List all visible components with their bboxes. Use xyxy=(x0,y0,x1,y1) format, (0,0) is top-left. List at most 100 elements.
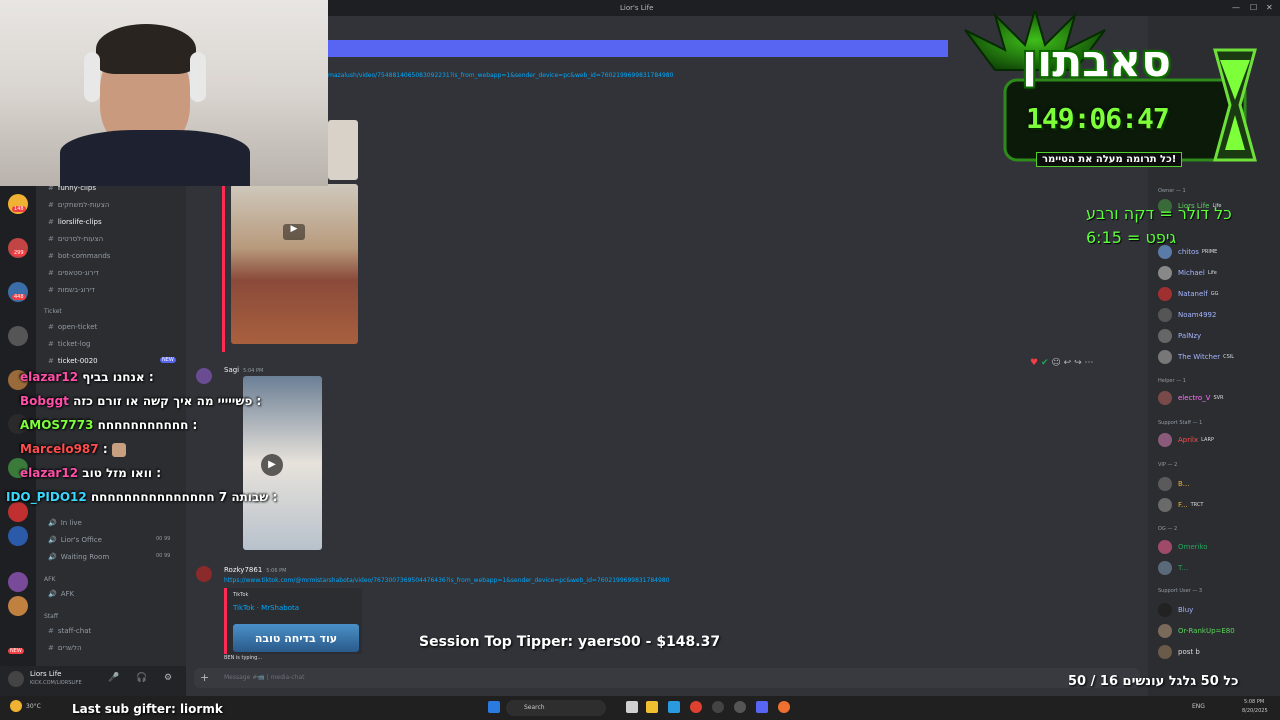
tiktok-embed: TikTok TikTok · MrShabota עוד בדיחה טובה xyxy=(224,588,362,654)
image-attachment[interactable] xyxy=(328,120,358,180)
app-icon[interactable] xyxy=(734,701,746,713)
member-item[interactable]: Bluy xyxy=(1158,602,1193,618)
category-ticket[interactable]: Ticket xyxy=(44,308,62,315)
server-icon[interactable] xyxy=(8,526,28,546)
avatar xyxy=(1158,287,1172,301)
notice-banner[interactable] xyxy=(328,40,948,57)
avatar xyxy=(1158,540,1172,554)
server-icon[interactable] xyxy=(8,326,28,346)
avatar[interactable] xyxy=(196,566,212,582)
member-item[interactable]: The Witcher CSIL xyxy=(1158,349,1234,365)
avatar xyxy=(1158,266,1172,280)
voice-channel[interactable]: 🔊 Waiting Room xyxy=(48,553,109,561)
check-icon[interactable]: ✔ xyxy=(1041,358,1049,368)
window-title: Lior's Life xyxy=(620,4,654,12)
edge-icon[interactable] xyxy=(668,701,680,713)
avatar xyxy=(1158,645,1172,659)
channel-item[interactable]: # דירוג-סטאפים xyxy=(48,269,99,277)
channel-item[interactable]: # ticket-0020 xyxy=(48,357,98,365)
message-author[interactable]: Rozky7861 5:06 PM xyxy=(224,566,286,574)
voice-counts: 00 99 xyxy=(156,536,171,542)
video-thumbnail[interactable]: ▶ xyxy=(231,184,358,344)
weather-icon[interactable] xyxy=(10,700,22,712)
member-item[interactable]: Omeriko xyxy=(1158,539,1208,555)
browser-icon[interactable] xyxy=(778,701,790,713)
clock-date[interactable]: 8/20/2025 xyxy=(1242,708,1268,714)
clock-time[interactable]: 5:08 PM xyxy=(1244,699,1264,705)
embed-title[interactable]: TikTok · MrShabota xyxy=(233,604,299,612)
subathon-timer: 149:06:47 xyxy=(1026,102,1170,135)
voice-channel[interactable]: 🔊 AFK xyxy=(48,590,74,598)
avatar[interactable] xyxy=(8,671,24,687)
member-item[interactable]: F... TRCT xyxy=(1158,497,1203,513)
channel-item[interactable]: # bot-commands xyxy=(48,252,110,260)
stream-chat-line: AMOS7773 חחחחחחחחחחח : xyxy=(20,418,198,432)
server-icon[interactable] xyxy=(8,502,28,522)
mic-muted-icon[interactable]: 🎤 xyxy=(108,673,119,683)
language-indicator[interactable]: ENG xyxy=(1192,703,1205,710)
channel-item[interactable]: # liorslife-clips xyxy=(48,218,102,226)
member-item[interactable]: electro_V SVR xyxy=(1158,390,1224,406)
message-link[interactable]: mazalush/video/7548814065083092231?is_fr… xyxy=(328,72,673,79)
voice-channel[interactable]: 🔊 Lior's Office xyxy=(48,536,102,544)
embed-provider: TikTok xyxy=(233,592,249,598)
message-link[interactable]: https://www.tiktok.com/@mrmistarshabota/… xyxy=(224,577,669,584)
stream-chat-line: elazar12 אנחנו בביף : xyxy=(20,370,154,384)
windows-start-icon[interactable] xyxy=(488,701,500,713)
reaction-icon[interactable]: ☺ xyxy=(1051,358,1060,368)
file-explorer-icon[interactable] xyxy=(646,701,658,713)
message-placeholder: Message #📹 | media-chat xyxy=(224,674,305,681)
sub-wheel-overlay: כל 50 גלגל עונשים 16 / 50 xyxy=(1068,674,1239,689)
member-item[interactable]: Natanelf GG xyxy=(1158,286,1218,302)
member-item[interactable]: Noam4992 xyxy=(1158,307,1216,323)
taskbar-search[interactable]: Search xyxy=(506,700,606,716)
member-item[interactable]: post b xyxy=(1158,644,1200,660)
emote-icon xyxy=(111,442,126,457)
member-item[interactable]: PalNzy xyxy=(1158,328,1201,344)
channel-item[interactable]: # open-ticket xyxy=(48,323,97,331)
headphones-icon xyxy=(84,52,100,102)
play-icon[interactable]: ▶ xyxy=(283,224,305,240)
member-item[interactable]: Michael Life xyxy=(1158,265,1217,281)
avatar[interactable] xyxy=(196,368,212,384)
category-afk[interactable]: AFK xyxy=(44,576,56,583)
avatar xyxy=(1158,498,1172,512)
reply-icon[interactable]: ↩ xyxy=(1064,358,1072,368)
forward-icon[interactable]: ↪ xyxy=(1074,358,1082,368)
channel-item[interactable]: # הלשרים xyxy=(48,644,82,652)
member-item[interactable]: B... xyxy=(1158,476,1189,492)
member-item[interactable]: Aprilx LARP xyxy=(1158,432,1214,448)
category-staff[interactable]: Staff xyxy=(44,613,58,620)
gear-icon[interactable]: ⚙ xyxy=(164,673,172,683)
more-icon[interactable]: ⋯ xyxy=(1084,358,1093,368)
obs-icon[interactable] xyxy=(712,701,724,713)
server-icon[interactable] xyxy=(8,596,28,616)
voice-channel[interactable]: 🔊 In live xyxy=(48,519,82,527)
channel-item[interactable]: # staff-chat xyxy=(48,627,91,635)
heart-icon[interactable]: ♥ xyxy=(1030,358,1038,368)
user-name: Liors Life xyxy=(30,670,62,678)
streamer-hair xyxy=(96,24,196,74)
channel-item[interactable]: # דירוג-בשמות xyxy=(48,286,95,294)
message-input[interactable]: + Message #📹 | media-chat xyxy=(194,668,1140,688)
play-icon[interactable]: ▶ xyxy=(261,454,283,476)
member-group-label: Support User — 3 xyxy=(1158,588,1203,594)
unread-badge: 299 xyxy=(12,250,26,256)
message-author[interactable]: Sagi 5:04 PM xyxy=(224,366,263,374)
add-attachment-icon[interactable]: + xyxy=(200,671,209,684)
webcam-feed xyxy=(0,0,328,186)
avatar xyxy=(1158,391,1172,405)
embed-caption[interactable]: עוד בדיחה טובה xyxy=(233,624,359,652)
task-view-icon[interactable] xyxy=(626,701,638,713)
server-icon[interactable] xyxy=(8,572,28,592)
chrome-icon[interactable] xyxy=(690,701,702,713)
channel-item[interactable]: # הצעות-למשחקים xyxy=(48,201,109,209)
message-time: 5:04 PM xyxy=(243,368,264,374)
member-item[interactable]: T... xyxy=(1158,560,1188,576)
headphones-icon[interactable]: 🎧 xyxy=(136,673,147,683)
channel-item[interactable]: # הצעות-לסרטים xyxy=(48,235,103,243)
avatar xyxy=(1158,433,1172,447)
discord-icon[interactable] xyxy=(756,701,768,713)
member-item[interactable]: Or-RankUp=E80 xyxy=(1158,623,1235,639)
channel-item[interactable]: # ticket-log xyxy=(48,340,90,348)
